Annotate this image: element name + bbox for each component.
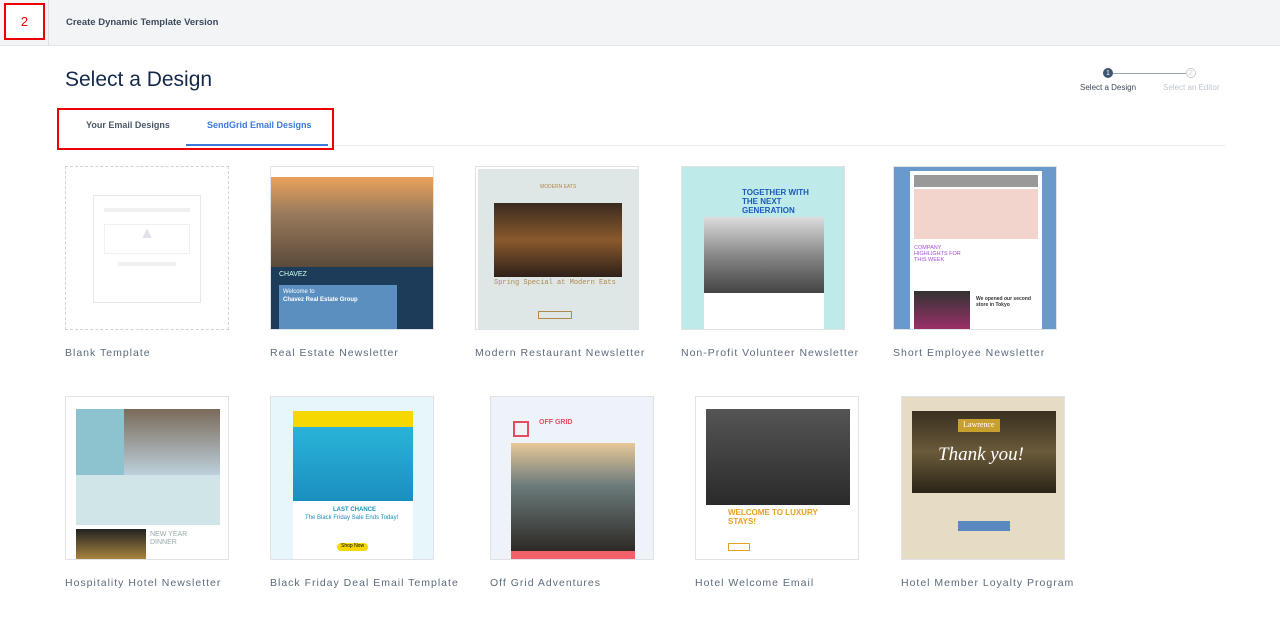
- wizard-step-1-dot: 1: [1103, 68, 1113, 78]
- thumb-text: Spring Special at Modern Eats: [494, 279, 616, 287]
- tabs-divider: [334, 145, 1225, 146]
- thumb-text: Lawrence: [958, 419, 1000, 432]
- template-card-non-profit[interactable]: TOGETHER WITH THE NEXT GENERATION: [681, 166, 845, 330]
- wizard-step-1-label: Select a Design: [1080, 83, 1137, 92]
- thumb-text: NEW YEAR DINNER: [150, 531, 188, 546]
- thumb-image: [914, 291, 970, 329]
- top-bar: 2 Create Dynamic Template Version: [0, 0, 1280, 46]
- template-card-black-friday[interactable]: LAST CHANCE The Black Friday Sale Ends T…: [270, 396, 434, 560]
- template-card-hotel-welcome[interactable]: WELCOME TO LUXURY STAYS!: [695, 396, 859, 560]
- thumb-image: [293, 427, 413, 501]
- thumb-text: MODERN EATS: [540, 184, 577, 190]
- thumb-text: OFF GRID: [539, 419, 573, 426]
- thumb-text: CHAVEZ: [279, 271, 307, 278]
- wizard-line: [1113, 73, 1186, 74]
- thumb-text: We opened our second store in Tokyo: [976, 296, 1031, 308]
- template-label: Real Estate Newsletter: [270, 347, 399, 359]
- template-card-hospitality-hotel[interactable]: NEW YEAR DINNER: [65, 396, 229, 560]
- tab-your-email-designs[interactable]: Your Email Designs: [86, 120, 170, 130]
- thumb-text: COMPANY HIGHLIGHTS FOR THIS WEEK: [914, 245, 961, 264]
- thumb-text: LAST CHANCE: [333, 507, 376, 513]
- tab-sendgrid-email-designs[interactable]: SendGrid Email Designs: [207, 120, 312, 130]
- thumb-image: [124, 409, 220, 475]
- template-card-short-employee[interactable]: COMPANY HIGHLIGHTS FOR THIS WEEK We open…: [893, 166, 1057, 330]
- thumb-text: Shop Now: [337, 543, 369, 551]
- thumb-image: [271, 177, 433, 267]
- wizard-step-2-dot: 2: [1186, 68, 1196, 78]
- thumb-text: The Black Friday Sale Ends Today!: [305, 515, 399, 521]
- template-card-real-estate[interactable]: CHAVEZ Welcome to Chavez Real Estate Gro…: [270, 166, 434, 330]
- wizard-steps: 1 2 Select a Design Select an Editor: [1075, 67, 1235, 95]
- template-label: Modern Restaurant Newsletter: [475, 347, 646, 359]
- template-card-hotel-loyalty[interactable]: Lawrence Thank you!: [901, 396, 1065, 560]
- header-title: Create Dynamic Template Version: [66, 17, 219, 28]
- template-label: Non-Profit Volunteer Newsletter: [681, 347, 860, 359]
- page-title: Select a Design: [65, 68, 213, 91]
- template-label: Short Employee Newsletter: [893, 347, 1046, 359]
- thumb-text: Thank you!: [938, 444, 1025, 465]
- template-label: Hospitality Hotel Newsletter: [65, 577, 222, 589]
- template-card-blank[interactable]: ▲: [65, 166, 229, 330]
- thumb-image: [494, 203, 622, 277]
- template-label: Hotel Welcome Email: [695, 577, 815, 589]
- thumb-text: TOGETHER WITH THE NEXT GENERATION: [742, 188, 809, 215]
- thumb-image: [511, 443, 635, 551]
- step-badge: 2: [4, 3, 45, 40]
- blank-placeholder-icon: ▲: [93, 195, 201, 303]
- template-label: Hotel Member Loyalty Program: [901, 577, 1075, 589]
- thumb-text: WELCOME TO LUXURY STAYS!: [728, 508, 818, 526]
- template-card-modern-restaurant[interactable]: MODERN EATS Spring Special at Modern Eat…: [475, 166, 639, 330]
- thumb-text: Welcome to: [283, 289, 315, 295]
- template-label: Black Friday Deal Email Template: [270, 577, 459, 589]
- divider: [48, 0, 49, 46]
- template-card-off-grid[interactable]: OFF GRID: [490, 396, 654, 560]
- active-tab-underline: [186, 144, 328, 146]
- thumb-text: Chavez Real Estate Group: [283, 297, 358, 303]
- thumb-image: [704, 217, 824, 293]
- wizard-step-2-label: Select an Editor: [1163, 83, 1220, 92]
- template-label: Blank Template: [65, 347, 151, 359]
- thumb-image: [706, 409, 850, 505]
- template-label: Off Grid Adventures: [490, 577, 602, 589]
